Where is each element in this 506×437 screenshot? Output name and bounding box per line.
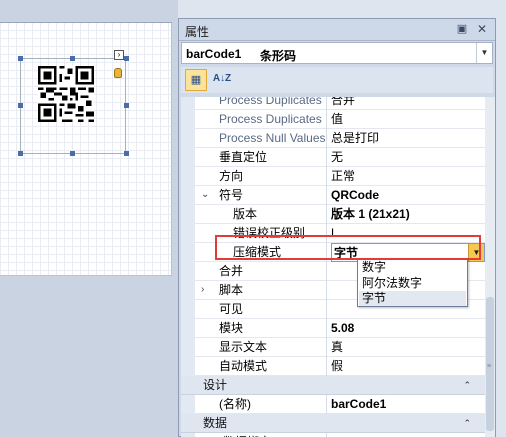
property-value[interactable]: 合并 [329, 97, 485, 110]
property-value[interactable]: 版本 1 (21x21) [329, 205, 485, 224]
canvas-ruler-line [0, 22, 172, 23]
property-row[interactable]: 显示文本真 [181, 338, 485, 357]
compression-mode-options[interactable]: 数字 阿尔法数字 字节 [357, 258, 468, 307]
property-name: 符号 [197, 186, 327, 205]
alphabetical-icon[interactable]: A↓Z [211, 69, 233, 91]
property-row[interactable]: 自动模式假 [181, 357, 485, 376]
row-gutter [181, 243, 195, 262]
property-name: Process Duplicates I [197, 97, 327, 110]
resize-handle[interactable] [70, 56, 75, 61]
property-row[interactable]: 版本 版本 1 (21x21) [181, 205, 485, 224]
property-row[interactable]: 垂直定位无 [181, 148, 485, 167]
property-scrollbar[interactable]: ≡ [485, 97, 495, 437]
property-value[interactable]: 5.08 [329, 319, 485, 338]
chevron-up-icon[interactable]: ⌃ [463, 414, 471, 432]
report-designer-surface[interactable]: › [0, 0, 178, 437]
category-label: 设计 [203, 378, 228, 392]
close-icon[interactable]: ✕ [475, 22, 489, 36]
properties-panel: 属性 ▣ ✕ barCode1 条形码 ▼ ▦ A↓Z Process Dupl… [178, 18, 496, 437]
resize-handle[interactable] [18, 103, 23, 108]
property-value[interactable]: 无 [329, 148, 485, 167]
property-name: (名称) [197, 395, 327, 414]
object-selector[interactable]: barCode1 条形码 ▼ [181, 42, 493, 64]
row-gutter [181, 262, 195, 281]
property-row[interactable]: ›(数据绑定) [181, 433, 485, 437]
row-gutter [181, 433, 195, 437]
property-name: Process Duplicates [197, 110, 327, 129]
row-gutter [181, 110, 195, 129]
property-value[interactable]: barCode1 [329, 395, 485, 414]
row-gutter [181, 167, 195, 186]
category-header-design[interactable]: 设计 ⌃ [181, 376, 485, 395]
resize-handle[interactable] [124, 56, 129, 61]
pin-icon[interactable]: ▣ [455, 22, 469, 36]
dropdown-option[interactable]: 字节 [359, 291, 466, 306]
row-gutter [181, 300, 195, 319]
row-gutter [181, 281, 195, 300]
property-name: 模块 [197, 319, 327, 338]
resize-handle[interactable] [18, 56, 23, 61]
property-row[interactable]: 模块 5.08 [181, 319, 485, 338]
dropdown-option[interactable]: 阿尔法数字 [359, 276, 466, 291]
property-value[interactable]: 总是打印 [329, 129, 485, 148]
property-toolbar: ▦ A↓Z [181, 67, 493, 93]
qr-code-image [38, 66, 94, 122]
property-value[interactable]: 正常 [329, 167, 485, 186]
row-gutter [181, 224, 195, 243]
smart-tag-icon[interactable]: › [114, 50, 124, 60]
row-gutter [181, 395, 195, 414]
highlight-annotation [215, 235, 481, 260]
category-label: 数据 [203, 416, 228, 430]
property-name: 版本 [197, 205, 327, 224]
property-value[interactable]: 假 [329, 357, 485, 376]
property-value[interactable] [329, 433, 485, 437]
dropdown-option[interactable]: 数字 [359, 260, 466, 275]
resize-handle[interactable] [18, 151, 23, 156]
property-name: (数据绑定) [197, 433, 327, 437]
category-header-data[interactable]: 数据 ⌃ [181, 414, 485, 433]
panel-title: 属性 [185, 25, 210, 39]
property-value[interactable]: QRCode [329, 186, 485, 205]
data-binding-icon [114, 68, 122, 78]
property-name: 垂直定位 [197, 148, 327, 167]
row-gutter [181, 186, 195, 205]
row-gutter [181, 148, 195, 167]
resize-handle[interactable] [70, 151, 75, 156]
row-gutter [181, 319, 195, 338]
property-row[interactable]: Process Duplicates 值 [181, 110, 485, 129]
property-row[interactable]: (名称) barCode1 [181, 395, 485, 414]
property-row[interactable]: Process Null Values 总是打印 [181, 129, 485, 148]
property-row[interactable]: Process Duplicates I 合并 [181, 97, 485, 110]
chevron-down-icon[interactable]: ▼ [476, 43, 492, 63]
row-gutter [181, 129, 195, 148]
resize-handle[interactable] [124, 103, 129, 108]
property-name: 显示文本 [197, 338, 327, 357]
property-name: Process Null Values [197, 129, 327, 148]
row-gutter [181, 357, 195, 376]
row-gutter [181, 205, 195, 224]
row-gutter [181, 338, 195, 357]
categorized-icon[interactable]: ▦ [185, 69, 207, 91]
row-gutter [181, 97, 195, 110]
property-name: 脚本 [197, 281, 327, 300]
property-value[interactable]: 真 [329, 338, 485, 357]
object-name: barCode1 [186, 47, 242, 61]
property-row[interactable]: 方向 正常 [181, 167, 485, 186]
object-type: 条形码 [260, 49, 297, 63]
panel-title-bar: 属性 ▣ ✕ [179, 19, 495, 41]
resize-handle[interactable] [124, 151, 129, 156]
scroll-grip-icon: ≡ [487, 363, 492, 370]
property-name: 方向 [197, 167, 327, 186]
property-name: 可见 [197, 300, 327, 319]
property-name: 自动模式 [197, 357, 327, 376]
chevron-up-icon[interactable]: ⌃ [463, 376, 471, 394]
property-name: 合并 [197, 262, 327, 281]
property-value[interactable]: 值 [329, 110, 485, 129]
property-row[interactable]: ⌄ 符号 QRCode [181, 186, 485, 205]
